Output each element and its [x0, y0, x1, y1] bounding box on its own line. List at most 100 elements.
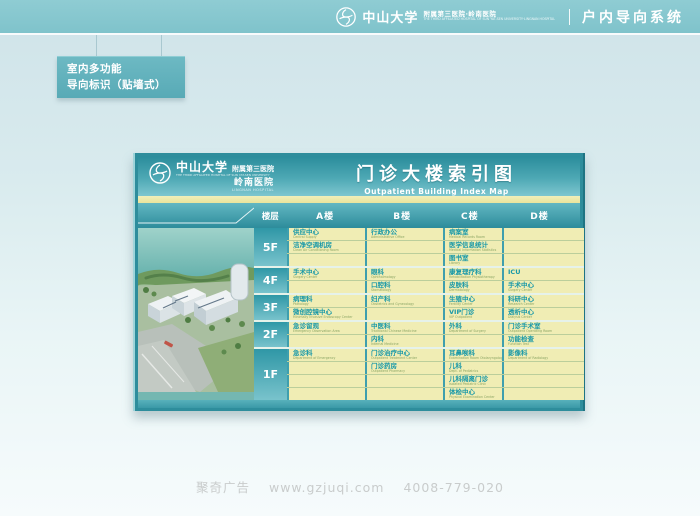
sign-affiliate-name-en: THE THIRD AFFILIATED HOSPITAL OF SUN YAT…	[176, 174, 274, 177]
dept-cell: 门诊手术室Outpatient Operating Room	[502, 322, 584, 334]
column-header-building-b: B楼	[364, 209, 441, 222]
sign-university-name: 中山大学	[176, 161, 228, 173]
dept-cell: 洁净空调机房Clean Air Conditioning Room	[287, 241, 365, 253]
dept-name-en: Administrative Office	[371, 236, 443, 239]
empty-cell	[502, 375, 584, 387]
dept-name-en: Examination Room Otolaryngology (ENT)	[449, 357, 502, 360]
dept-cell: 透析中心Dialysis Center	[502, 308, 584, 320]
bar-bottom-line	[0, 33, 700, 35]
wayfinding-sign-panel: 中山大学 附属第三医院 THE THIRD AFFILIATED HOSPITA…	[133, 153, 585, 411]
dept-cell: VIP门诊VIP Outpatient	[443, 308, 502, 320]
dept-cell: 门诊药房Outpatient Pharmacy	[365, 362, 443, 374]
empty-cell	[287, 388, 365, 400]
agency-name: 聚奇广告	[196, 480, 250, 495]
top-brand-bar: 中山大学 附属第三医院·岭南医院 THE THIRD AFFILIATED HO…	[0, 0, 700, 33]
agency-website: www.gzjuqi.com	[269, 480, 384, 495]
dept-cell: 科研中心Research Center	[502, 295, 584, 307]
dept-cell: 功能检查Function Test	[502, 335, 584, 347]
dept-cell: 微创腔镜中心Minimally Invasive Endoscopy Cente…	[287, 308, 365, 320]
dept-name-en: Medical Records Room	[449, 236, 502, 239]
floor-label: 3F	[254, 295, 287, 320]
dept-name-en: Traditional Chinese Medicine	[371, 330, 443, 333]
dept-name-en: Central Supply	[293, 236, 365, 239]
dept-cell: 耳鼻喉科Examination Room Otolaryngology (ENT…	[443, 349, 502, 361]
dept-cell: 行政办公Administrative Office	[365, 228, 443, 240]
dept-cell: 外科Department of Surgery	[443, 322, 502, 334]
hospital-name-en: THE THIRD AFFILIATED HOSPITAL OF SUN YAT…	[423, 18, 555, 22]
badge-string-right	[161, 35, 162, 57]
dept-cell: ICU	[502, 268, 584, 280]
dept-name-en: Outpatient Treatment Center	[371, 357, 443, 360]
university-name: 中山大学	[362, 7, 418, 26]
sign-hospital-name-en: LINGNAN HOSPITAL	[232, 189, 274, 193]
empty-cell	[287, 254, 365, 266]
column-header-building-c: C楼	[441, 209, 499, 222]
dept-name-en: Outpatient Pharmacy	[371, 370, 443, 373]
dept-cell: 口腔科Stomatology	[365, 281, 443, 293]
dept-name-en: VIP Outpatient	[449, 316, 502, 319]
column-header-building-a: A楼	[287, 209, 364, 222]
sign-bottom-strip	[138, 400, 580, 408]
empty-cell	[365, 375, 443, 387]
index-table-body: 5F供应中心Central Supply行政办公Administrative O…	[254, 228, 584, 400]
dept-name-en: Dept. of Pediatrics	[449, 370, 502, 373]
dept-cell: 门诊治疗中心Outpatient Treatment Center	[365, 349, 443, 361]
table-row: 洁净空调机房Clean Air Conditioning Room医学信息统计M…	[287, 241, 584, 254]
table-row: 急诊科Department of Emergency门诊治疗中心Outpatie…	[287, 349, 584, 362]
sign-header: 中山大学 附属第三医院 THE THIRD AFFILIATED HOSPITA…	[138, 156, 580, 196]
dept-name-en: Emergency Observation Area	[293, 330, 365, 333]
dept-cell: 康复理疗科Rehabilitation Physiotherapy	[443, 268, 502, 280]
dept-cell: 生殖中心Fertility Center	[443, 295, 502, 307]
floor-label: 1F	[254, 349, 287, 400]
table-row: 图书室Library	[287, 254, 584, 266]
dept-name-en: Clean Air Conditioning Room	[293, 249, 365, 252]
dept-name-en: Minimally Invasive Endoscopy Center	[293, 316, 365, 319]
table-header-row: 楼层 A楼 B楼 C楼 D楼	[138, 203, 580, 228]
sign-logo-icon	[148, 161, 172, 185]
empty-cell	[365, 388, 443, 400]
table-row: 内科Internal Medicine功能检查Function Test	[287, 335, 584, 347]
table-row: 口腔科Stomatology皮肤科Dermatology手术中心Surgery …	[287, 281, 584, 293]
dept-cell: 病案室Medical Records Room	[443, 228, 502, 240]
empty-cell	[502, 241, 584, 253]
agency-phone: 4008-779-020	[403, 480, 504, 495]
empty-cell	[287, 375, 365, 387]
table-row: 手术中心Surgery Center眼科Ophthalmology康复理疗科Re…	[287, 268, 584, 281]
table-row: 儿科隔离门诊Isolated Pediatric Clinic	[287, 375, 584, 388]
dept-cell: 手术中心Surgery Center	[287, 268, 365, 280]
dept-name-en: Outpatient Operating Room	[508, 330, 584, 333]
empty-cell	[365, 308, 443, 320]
floor-label: 4F	[254, 268, 287, 293]
floor-column-header: 楼层	[254, 210, 287, 222]
empty-cell	[502, 362, 584, 374]
brand-lockup: 中山大学 附属第三医院·岭南医院 THE THIRD AFFILIATED HO…	[335, 6, 555, 28]
dept-name-en: Ophthalmology	[371, 276, 443, 279]
dept-name-en: Research Center	[508, 303, 584, 306]
empty-cell	[287, 362, 365, 374]
dept-name-en: Library	[449, 262, 502, 265]
floor-band-3f: 3F病理科Pathology妇产科Obstetrics and Gynecolo…	[254, 295, 584, 322]
empty-cell	[502, 254, 584, 266]
dept-name-en: Surgery Center	[508, 289, 584, 292]
badge-string-left	[96, 35, 97, 57]
dept-cell: 妇产科Obstetrics and Gynecology	[365, 295, 443, 307]
dept-name-en: Physical Examination Center	[449, 396, 502, 399]
dept-name-en: Rehabilitation Physiotherapy	[449, 276, 502, 279]
floor-label: 5F	[254, 228, 287, 266]
table-row: 病理科Pathology妇产科Obstetrics and Gynecology…	[287, 295, 584, 308]
dept-name-en: Obstetrics and Gynecology	[371, 303, 443, 306]
dept-cell: 眼科Ophthalmology	[365, 268, 443, 280]
floor-band-1f: 1F急诊科Department of Emergency门诊治疗中心Outpat…	[254, 349, 584, 400]
university-logo-icon	[335, 6, 357, 28]
yellow-accent-strip	[138, 196, 580, 203]
dept-name-en: Isolated Pediatric Clinic	[449, 383, 502, 386]
floor-band-5f: 5F供应中心Central Supply行政办公Administrative O…	[254, 228, 584, 268]
empty-cell	[287, 335, 365, 347]
dept-cell: 手术中心Surgery Center	[502, 281, 584, 293]
agency-footer: 聚奇广告 www.gzjuqi.com 4008-779-020	[0, 477, 700, 496]
dept-cell: 图书室Library	[443, 254, 502, 266]
dept-name-en: Dialysis Center	[508, 316, 584, 319]
dept-cell: 影像科Department of Radiology	[502, 349, 584, 361]
dept-name-en: Dermatology	[449, 289, 502, 292]
empty-cell	[365, 254, 443, 266]
